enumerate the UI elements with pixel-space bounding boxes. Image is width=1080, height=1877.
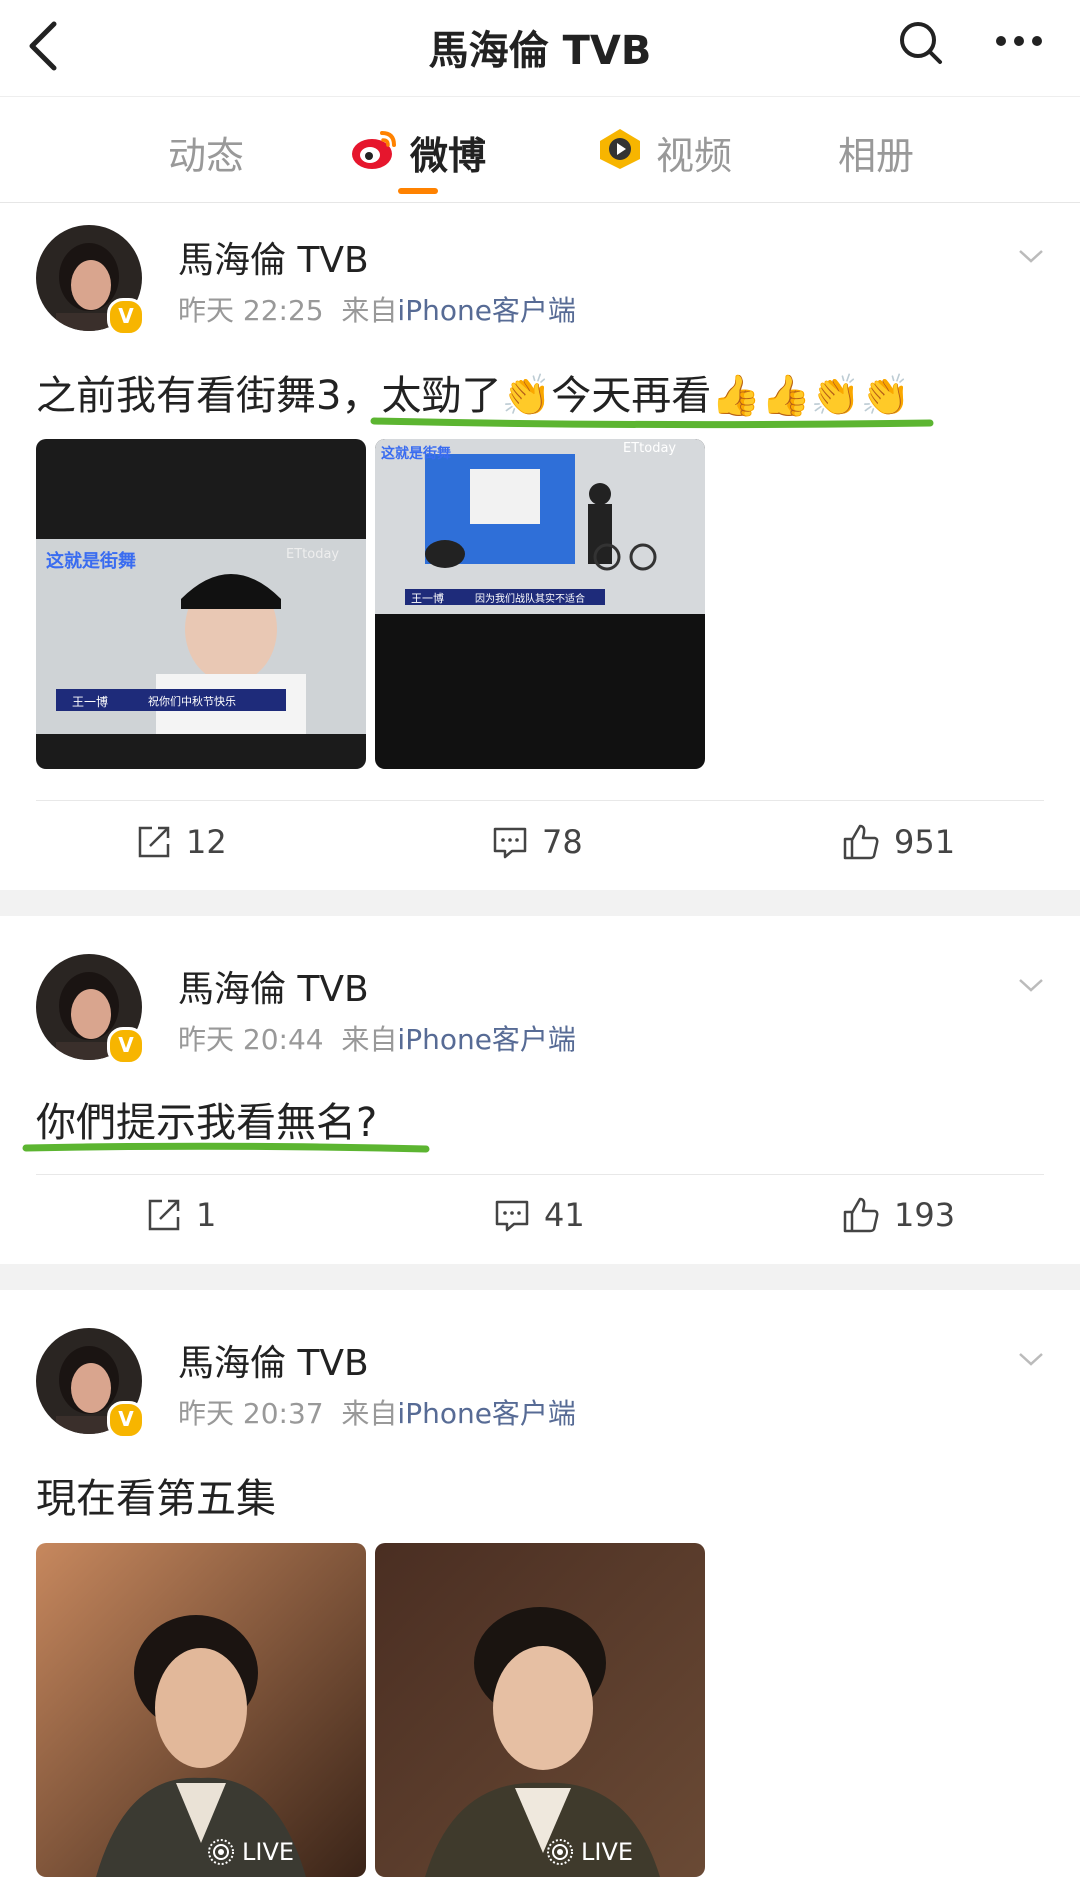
like-count: 951 — [894, 823, 956, 861]
more-icon[interactable] — [994, 34, 1044, 48]
comment-icon — [493, 827, 527, 859]
video-tab-icon — [600, 129, 640, 169]
green-underline-annotation — [22, 1142, 430, 1153]
repost-count: 1 — [196, 1196, 217, 1234]
post-separator — [0, 1264, 1080, 1290]
divider — [36, 800, 1044, 801]
comment-count: 41 — [544, 1196, 585, 1234]
author-name[interactable]: 馬海倫 TVB — [178, 1334, 369, 1386]
comment-button[interactable]: 41 — [494, 1196, 585, 1234]
tab-album[interactable]: 相册 — [838, 125, 914, 180]
post-source[interactable]: iPhone客户端 — [397, 1397, 576, 1430]
live-label: LIVE — [581, 1838, 634, 1866]
comment-icon — [495, 1200, 529, 1232]
post-via: 来自 — [341, 1023, 398, 1056]
like-icon — [843, 1197, 879, 1233]
repost-icon — [148, 1199, 180, 1231]
top-bar: 馬海倫 TVB — [0, 0, 1080, 97]
post-meta: 昨天 20:44 来自iPhone客户端 — [178, 1018, 576, 1058]
show-logo: 这就是街舞 — [381, 446, 451, 462]
comment-count: 78 — [542, 823, 583, 861]
subtitle-caption: 因为我们战队其实不适合 — [475, 594, 585, 605]
show-logo: 这就是街舞 — [46, 551, 136, 572]
like-icon — [843, 824, 879, 860]
verified-badge-icon: V — [107, 298, 145, 336]
post-via: 来自 — [341, 294, 398, 327]
name-tag: 王一博 — [72, 695, 109, 709]
post-meta: 昨天 20:37 来自iPhone客户端 — [178, 1392, 576, 1432]
post-separator — [0, 890, 1080, 916]
live-badge: LIVE — [206, 1837, 294, 1867]
post-meta: 昨天 22:25 来自iPhone客户端 — [178, 289, 576, 329]
author-name[interactable]: 馬海倫 TVB — [178, 231, 369, 283]
post-text: 現在看第五集 — [36, 1476, 276, 1522]
watermark: ETtoday — [623, 441, 677, 456]
subtitle-caption: 祝你们中秋节快乐 — [148, 695, 236, 708]
repost-button[interactable]: 12 — [136, 823, 227, 861]
live-icon — [208, 1839, 234, 1865]
active-tab-indicator — [398, 188, 438, 194]
post-image[interactable]: 这就是街舞 ETtoday 王一博 祝你们中秋节快乐 — [36, 439, 366, 769]
live-photo[interactable]: LIVE — [36, 1543, 366, 1877]
like-count: 193 — [894, 1196, 956, 1234]
post-time: 昨天 22:25 — [178, 294, 324, 327]
post-source[interactable]: iPhone客户端 — [397, 1023, 576, 1056]
author-name[interactable]: 馬海倫 TVB — [178, 960, 369, 1012]
verified-badge-icon: V — [107, 1401, 145, 1439]
post-time: 昨天 20:37 — [178, 1397, 324, 1430]
comment-button[interactable]: 78 — [492, 823, 583, 861]
name-tag: 王一博 — [411, 592, 444, 605]
live-icon — [547, 1839, 573, 1865]
post-card: V 馬海倫 TVB 昨天 20:37 来自iPhone客户端 現在看第五集 LI… — [0, 1290, 1080, 1877]
like-button[interactable]: 193 — [842, 1196, 955, 1234]
repost-count: 12 — [186, 823, 227, 861]
profile-tabs: 动态 微博 视频 相册 — [0, 97, 1080, 203]
verified-badge-icon: V — [107, 1027, 145, 1065]
chevron-down-icon[interactable] — [1018, 1346, 1044, 1372]
live-label: LIVE — [242, 1838, 295, 1866]
tab-feed[interactable]: 动态 — [168, 125, 244, 180]
watermark: ETtoday — [286, 547, 340, 562]
live-badge: LIVE — [545, 1837, 633, 1867]
chevron-down-icon[interactable] — [1018, 972, 1044, 998]
post-source[interactable]: iPhone客户端 — [397, 294, 576, 327]
post-card: V 馬海倫 TVB 昨天 22:25 来自iPhone客户端 之前我有看街舞3，… — [0, 203, 1080, 890]
post-time: 昨天 20:44 — [178, 1023, 324, 1056]
post-image[interactable]: 这就是街舞 ETtoday 王一博 因为我们战队其实不适合 — [375, 439, 705, 769]
divider — [36, 1174, 1044, 1175]
chevron-down-icon[interactable] — [1018, 243, 1044, 269]
search-icon[interactable] — [896, 18, 946, 68]
tab-video[interactable]: 视频 — [656, 125, 732, 180]
green-underline-annotation — [370, 417, 934, 429]
repost-button[interactable]: 1 — [146, 1196, 216, 1234]
weibo-logo-icon — [352, 131, 396, 169]
like-button[interactable]: 951 — [842, 823, 955, 861]
post-via: 来自 — [341, 1397, 398, 1430]
live-photo[interactable]: LIVE — [375, 1543, 705, 1877]
post-card: V 馬海倫 TVB 昨天 20:44 来自iPhone客户端 你們提示我看無名?… — [0, 916, 1080, 1264]
repost-icon — [138, 826, 170, 858]
tab-weibo[interactable]: 微博 — [410, 125, 486, 180]
